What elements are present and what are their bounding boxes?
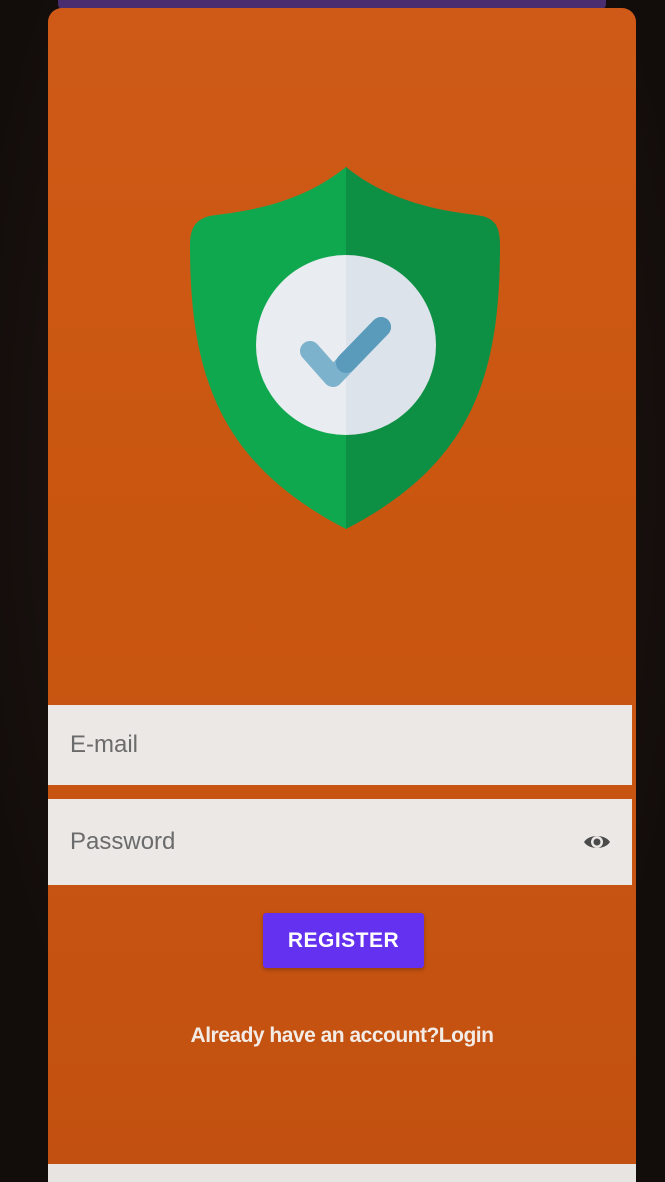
register-screen: E-mail Password REGISTER Already have an… xyxy=(48,8,636,1182)
password-field[interactable]: Password xyxy=(48,799,632,885)
phone-frame: E-mail Password REGISTER Already have an… xyxy=(0,0,665,1182)
bottom-panel xyxy=(48,1164,636,1182)
eye-icon[interactable] xyxy=(582,827,612,857)
login-link[interactable]: Already have an account?Login xyxy=(48,1024,636,1048)
email-field[interactable]: E-mail xyxy=(48,705,632,785)
password-placeholder: Password xyxy=(70,828,176,855)
register-button[interactable]: REGISTER xyxy=(263,913,424,968)
email-placeholder: E-mail xyxy=(70,731,139,758)
shield-check-icon xyxy=(188,163,503,538)
